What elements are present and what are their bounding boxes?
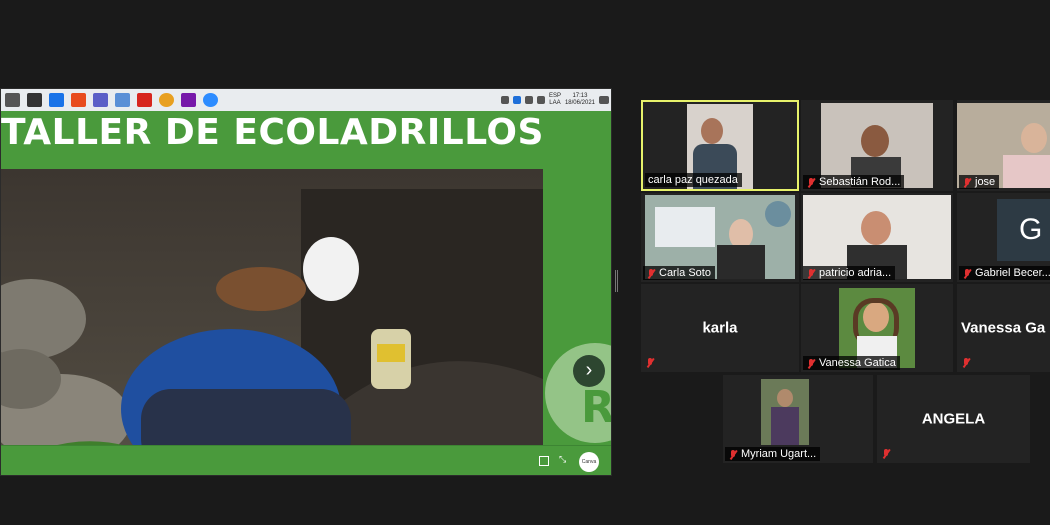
volume-icon[interactable]	[524, 96, 533, 104]
participant-tile[interactable]: G Gabriel Becer...	[957, 193, 1050, 282]
language-indicator[interactable]: ESP LAA	[549, 93, 561, 107]
participant-label: ANGELA	[921, 410, 986, 428]
participant-tile[interactable]: Vanessa Gatica	[801, 284, 953, 372]
mic-muted-icon	[806, 358, 816, 369]
zoom-gallery-view: ESP LAA 17:13 18/06/2021 TALLER DE ECOLA…	[0, 0, 1050, 525]
clock-time: 17:13	[572, 93, 588, 99]
participant-name-tag: carla paz quezada	[645, 173, 742, 187]
participant-name-tag: Carla Soto	[643, 266, 715, 280]
store-icon[interactable]	[27, 93, 42, 107]
battery-icon[interactable]	[536, 96, 545, 104]
participant-tile[interactable]: Myriam Ugart...	[723, 375, 873, 463]
language-top: ESP	[548, 93, 561, 99]
slide-title: TALLER DE ECOLADRILLOS	[1, 111, 611, 155]
fullscreen-exit-icon[interactable]: ⤡	[559, 454, 566, 465]
participant-initial: G	[1019, 213, 1043, 246]
volunteer-photo-illustration	[1, 169, 543, 475]
acrobat-icon[interactable]	[137, 93, 152, 107]
participant-name: Vanessa Gatica	[819, 357, 896, 369]
slide-counter-icon[interactable]	[539, 456, 549, 466]
next-slide-button[interactable]: ›	[573, 355, 605, 387]
participant-tile[interactable]: carla paz quezada	[641, 100, 799, 191]
participant-label: karla	[702, 319, 738, 337]
participant-name: carla paz quezada	[648, 174, 738, 186]
explorer-icon[interactable]	[115, 93, 130, 107]
system-tray: ESP LAA 17:13 18/06/2021	[500, 93, 609, 107]
windows-taskbar: ESP LAA 17:13 18/06/2021	[1, 89, 611, 111]
participant-name-tag: jose	[959, 175, 1000, 189]
participant-name: patricio adria...	[819, 267, 892, 279]
participant-name-tag: Myriam Ugart...	[725, 447, 821, 461]
cloud-icon[interactable]	[512, 96, 521, 104]
participant-name: Carla Soto	[659, 267, 711, 279]
shared-screen[interactable]: ESP LAA 17:13 18/06/2021 TALLER DE ECOLA…	[0, 88, 612, 476]
mic-muted-icon	[881, 448, 891, 459]
participant-tile[interactable]: patricio adria...	[801, 193, 953, 282]
participant-label: Vanessa Ga	[961, 319, 1046, 337]
participant-name: Myriam Ugart...	[741, 448, 817, 460]
mic-muted-icon	[645, 357, 655, 368]
participant-name-tag: Sebastián Rod...	[803, 175, 905, 189]
slide-controls-bar: ⤡ Canva	[1, 445, 611, 475]
notifications-icon[interactable]	[599, 96, 609, 104]
participant-name-tag: Vanessa Gatica	[803, 356, 900, 370]
mic-muted-icon	[728, 449, 738, 460]
participant-tile[interactable]: Sebastián Rod...	[801, 100, 953, 191]
slide-photo	[1, 169, 543, 475]
slide-logo-letter: R	[581, 382, 612, 433]
participant-video	[761, 379, 809, 445]
teams-icon[interactable]	[93, 93, 108, 107]
mail-icon[interactable]	[49, 93, 64, 107]
participant-name-tag: patricio adria...	[803, 266, 896, 280]
onenote-icon[interactable]	[181, 93, 196, 107]
office-icon[interactable]	[71, 93, 86, 107]
panel-divider[interactable]	[615, 270, 618, 292]
participant-tile[interactable]: jose	[957, 100, 1050, 191]
participant-name: Gabriel Becer...	[975, 267, 1050, 279]
participant-tile[interactable]: ANGELA	[877, 375, 1030, 463]
window-icon[interactable]	[5, 93, 20, 107]
participant-tile[interactable]: Carla Soto	[641, 193, 799, 282]
participant-name: Sebastián Rod...	[819, 176, 901, 188]
mic-muted-icon	[962, 268, 972, 279]
zoom-icon[interactable]	[203, 93, 218, 107]
canva-badge[interactable]: Canva	[579, 452, 599, 472]
mic-muted-icon	[806, 268, 816, 279]
mic-muted-icon	[646, 268, 656, 279]
chrome-icon[interactable]	[159, 93, 174, 107]
mic-muted-icon	[806, 177, 816, 188]
language-bottom: LAA	[549, 100, 561, 106]
network-icon[interactable]	[500, 96, 509, 104]
clock-date: 18/06/2021	[564, 100, 595, 106]
participant-tile[interactable]: karla	[641, 284, 799, 372]
mic-muted-icon	[961, 357, 971, 368]
participant-tile[interactable]: Vanessa Ga	[957, 284, 1050, 372]
mic-muted-icon	[962, 177, 972, 188]
participant-name-tag: Gabriel Becer...	[959, 266, 1050, 280]
clock[interactable]: 17:13 18/06/2021	[565, 93, 595, 107]
participant-name: jose	[975, 176, 996, 188]
